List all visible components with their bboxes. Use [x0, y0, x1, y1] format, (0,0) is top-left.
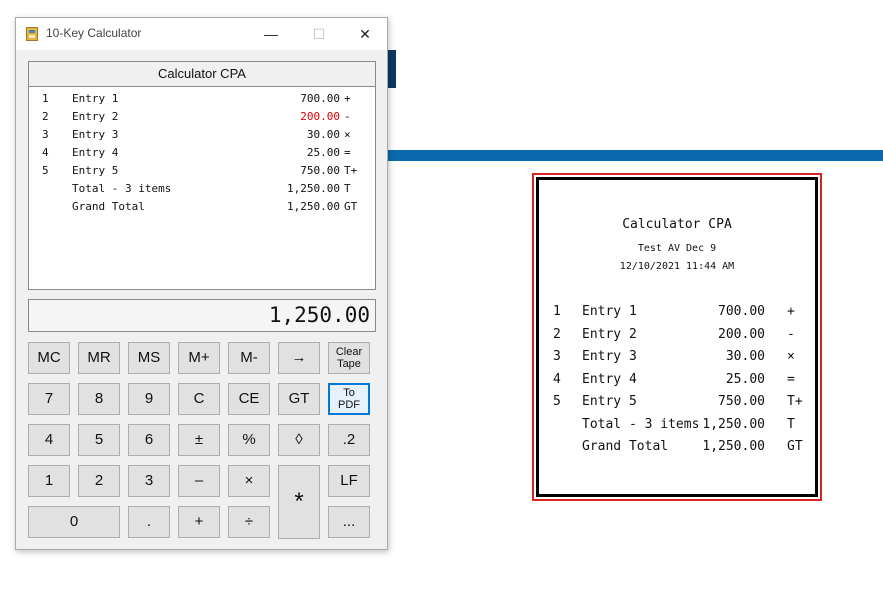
diamond-button[interactable]: ◊ — [278, 424, 320, 456]
plus-minus-button[interactable]: ± — [178, 424, 220, 456]
times-button[interactable]: × — [228, 465, 270, 497]
multiply-button[interactable]: * — [278, 465, 320, 539]
tape-row: 4 Entry 4 25.00 = — [42, 146, 351, 159]
backspace-arrow-button[interactable]: → — [278, 342, 320, 374]
calculator-app-icon — [26, 27, 38, 41]
more-button[interactable]: ... — [328, 506, 370, 538]
maximize-button[interactable]: ☐ — [296, 18, 342, 50]
receipt-frame: Calculator CPA Test AV Dec 9 12/10/2021 … — [536, 177, 818, 497]
tape-row: 5 Entry 5 750.00 T+ — [42, 164, 358, 177]
to-pdf-button[interactable]: To PDF — [328, 383, 370, 415]
receipt-row: 5 Entry 5 750.00 T+ — [553, 394, 803, 409]
tape-grand-total-row: Grand Total 1,250.00 GT — [72, 200, 358, 213]
mr-button[interactable]: MR — [78, 342, 120, 374]
clear-button[interactable]: C — [178, 383, 220, 415]
to-pdf-label-line1: To — [343, 386, 355, 399]
receipt-total-row: Total - 3 items 1,250.00 T — [582, 417, 795, 432]
receipt-grand-total-row: Grand Total 1,250.00 GT — [582, 439, 803, 454]
receipt-subtitle: Test AV Dec 9 — [637, 243, 717, 254]
background-blue-bar — [388, 150, 883, 161]
minus-button[interactable]: – — [178, 465, 220, 497]
divide-button[interactable]: ÷ — [228, 506, 270, 538]
key-8[interactable]: 8 — [78, 383, 120, 415]
decimal-point-button[interactable]: . — [128, 506, 170, 538]
calculator-display: 1,250.00 — [28, 299, 376, 332]
clear-entry-button[interactable]: CE — [228, 383, 270, 415]
clear-tape-label-line2: Tape — [337, 358, 361, 370]
m-plus-button[interactable]: M+ — [178, 342, 220, 374]
key-6[interactable]: 6 — [128, 424, 170, 456]
receipt-row: 1 Entry 1 700.00 + — [553, 304, 795, 319]
key-0[interactable]: 0 — [28, 506, 120, 538]
close-button[interactable]: ✕ — [342, 18, 388, 50]
plus-button[interactable]: + — [178, 506, 220, 538]
receipt-row: 3 Entry 3 30.00 × — [553, 349, 795, 364]
to-pdf-label-line2: PDF — [338, 399, 360, 411]
decimal-places-button[interactable]: .2 — [328, 424, 370, 456]
clear-tape-button[interactable]: Clear Tape — [328, 342, 370, 374]
tape-total-row: Total - 3 items 1,250.00 T — [72, 182, 351, 195]
tape-header: Calculator CPA — [29, 62, 375, 87]
clear-tape-label-line1: Clear — [335, 345, 363, 358]
background-navy-bar — [388, 50, 396, 88]
calculator-window: 10-Key Calculator — ☐ ✕ Calculator CPA 1… — [15, 17, 388, 550]
receipt-row: 4 Entry 4 25.00 = — [553, 372, 795, 387]
key-1[interactable]: 1 — [28, 465, 70, 497]
paper-tape[interactable]: Calculator CPA 1 Entry 1 700.00 + 2 Entry 22… — [28, 61, 376, 290]
key-7[interactable]: 7 — [28, 383, 70, 415]
key-2[interactable]: 2 — [78, 465, 120, 497]
receipt-datetime: 12/10/2021 11:44 AM — [619, 261, 735, 272]
receipt-row: 2 Entry 2 200.00- — [553, 327, 795, 342]
title-bar[interactable]: 10-Key Calculator — ☐ ✕ — [16, 18, 387, 50]
percent-button[interactable]: % — [228, 424, 270, 456]
receipt-title: Calculator CPA — [622, 217, 732, 232]
key-3[interactable]: 3 — [128, 465, 170, 497]
minimize-button[interactable]: — — [248, 18, 294, 50]
key-5[interactable]: 5 — [78, 424, 120, 456]
tape-row: 1 Entry 1 700.00 + — [42, 92, 351, 105]
grand-total-button[interactable]: GT — [278, 383, 320, 415]
window-title: 10-Key Calculator — [46, 26, 142, 40]
key-9[interactable]: 9 — [128, 383, 170, 415]
receipt-preview: Calculator CPA Test AV Dec 9 12/10/2021 … — [532, 173, 822, 501]
key-4[interactable]: 4 — [28, 424, 70, 456]
line-feed-button[interactable]: LF — [328, 465, 370, 497]
tape-row: 2 Entry 2 200.00- — [42, 110, 351, 123]
mc-button[interactable]: MC — [28, 342, 70, 374]
tape-row: 3 Entry 3 30.00 × — [42, 128, 351, 141]
ms-button[interactable]: MS — [128, 342, 170, 374]
m-minus-button[interactable]: M- — [228, 342, 270, 374]
